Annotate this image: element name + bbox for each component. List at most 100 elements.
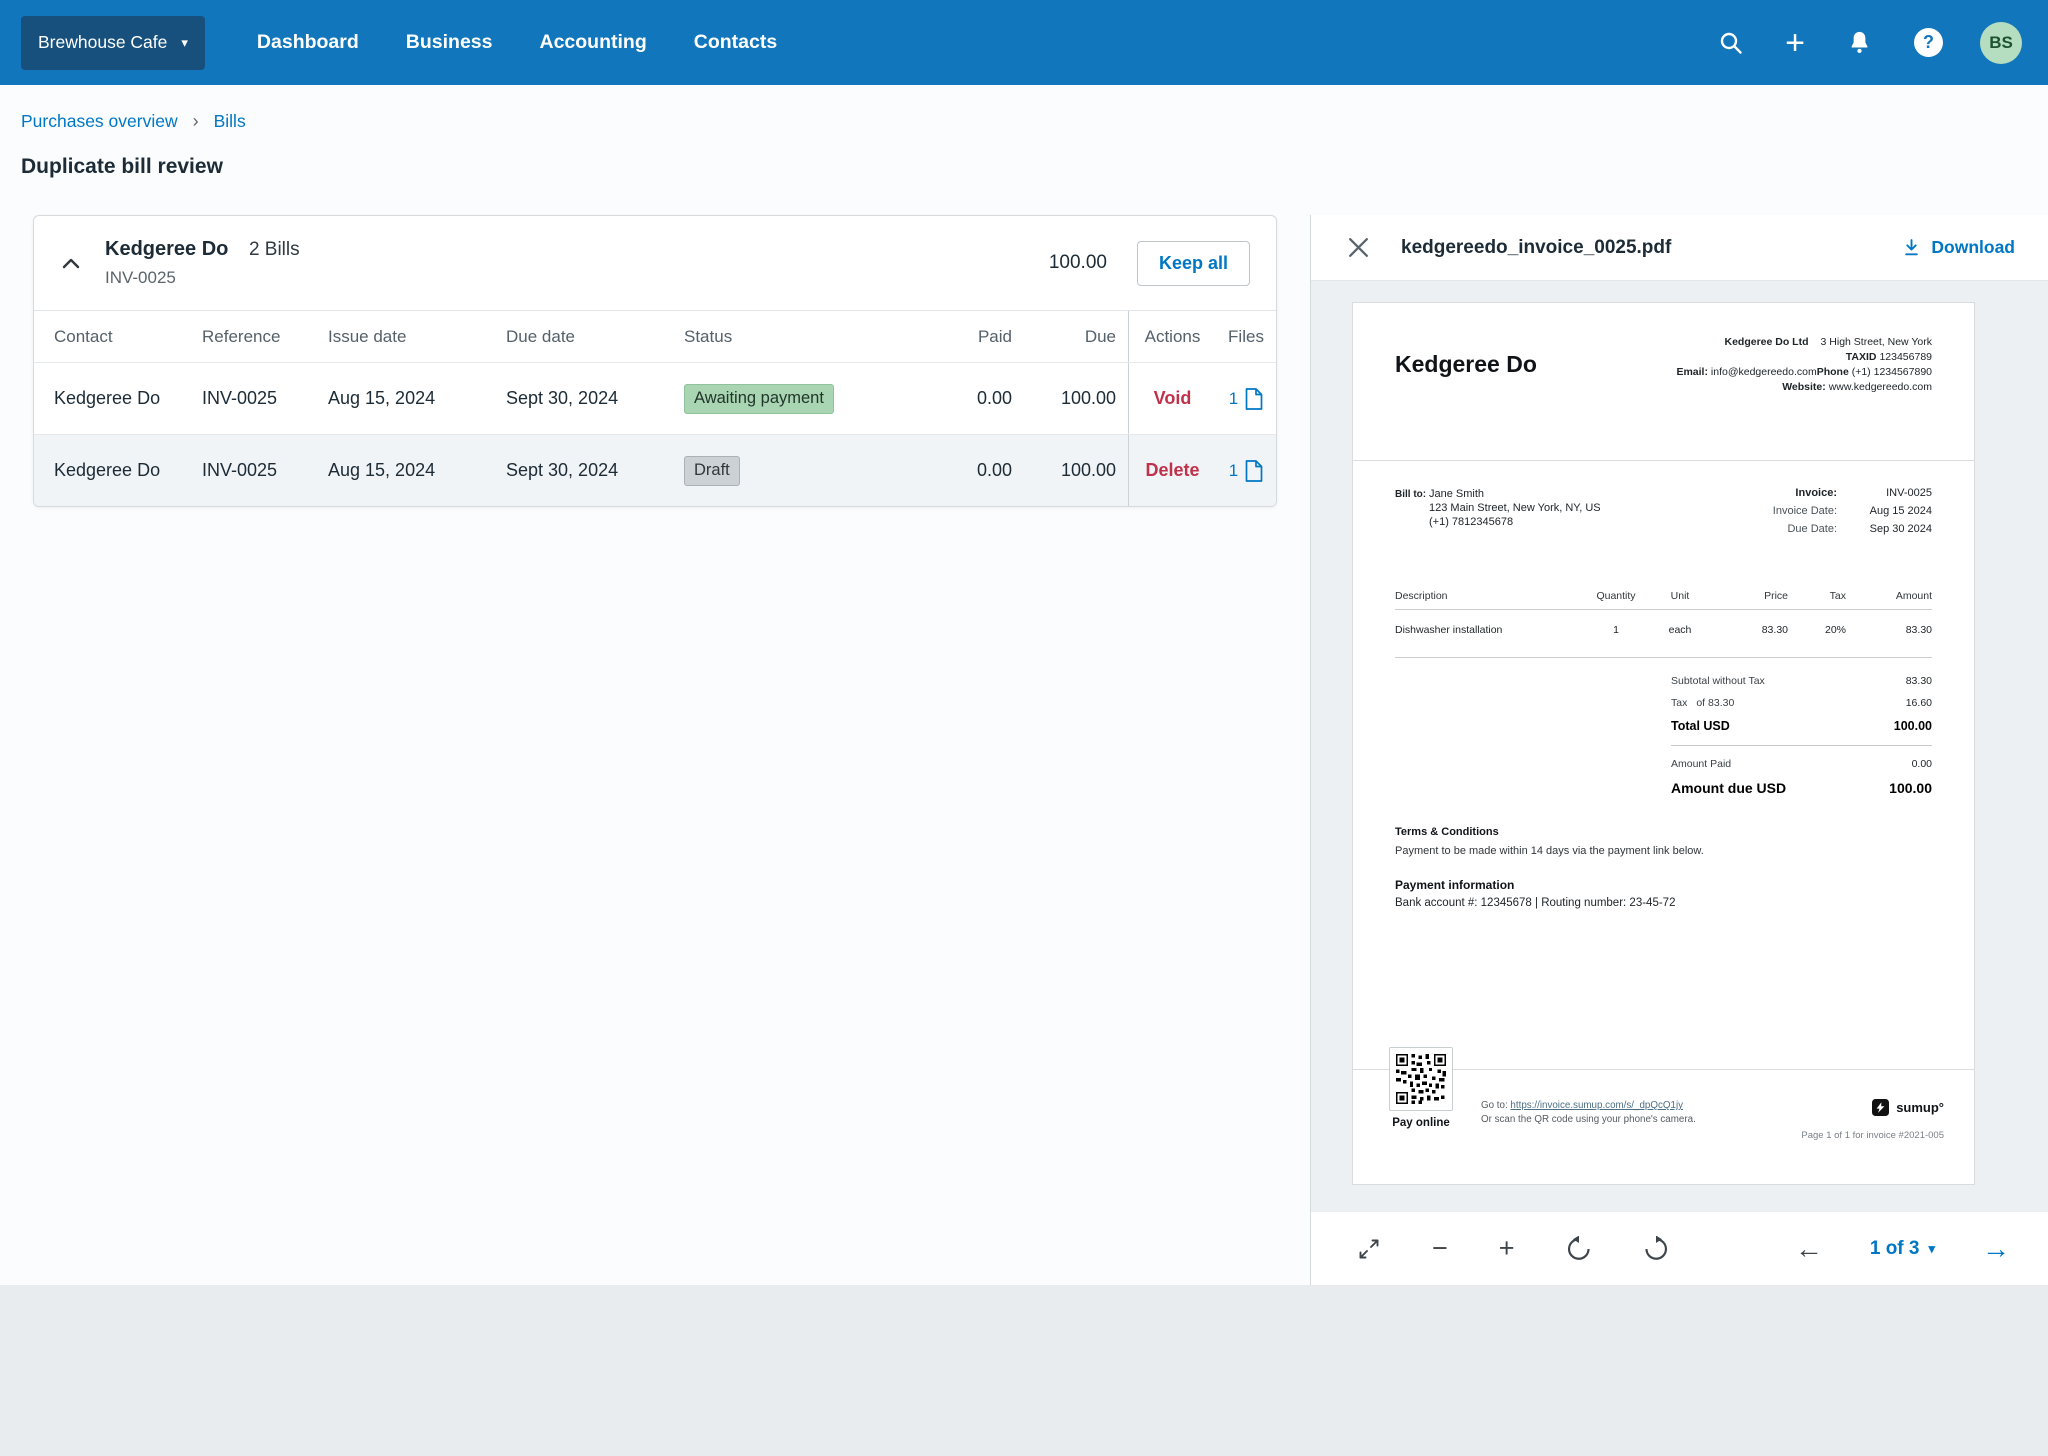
terms-title: Terms & Conditions	[1395, 826, 1499, 838]
table-row[interactable]: Kedgeree Do INV-0025 Aug 15, 2024 Sept 3…	[34, 434, 1276, 506]
col-due-date: Due date	[506, 327, 684, 347]
close-icon	[1349, 238, 1368, 257]
collapse-group-button[interactable]	[54, 250, 88, 277]
company-taxid-label: TAXID	[1846, 351, 1877, 363]
subtotal-label: Subtotal without Tax	[1671, 675, 1765, 687]
scan-instruction: Or scan the QR code using your phone's c…	[1481, 1113, 1696, 1127]
status-badge: Awaiting payment	[684, 384, 834, 414]
items-divider-top	[1395, 609, 1932, 610]
breadcrumb-purchases-overview[interactable]: Purchases overview	[21, 111, 178, 132]
org-switcher[interactable]: Brewhouse Cafe ▾	[21, 16, 205, 70]
table-row[interactable]: Kedgeree Do INV-0025 Aug 15, 2024 Sept 3…	[34, 362, 1276, 434]
row-due: 100.00	[1016, 388, 1128, 409]
due-date: Sep 30 2024	[1837, 523, 1932, 535]
row-due: 100.00	[1016, 460, 1128, 481]
breadcrumb-bills[interactable]: Bills	[214, 111, 246, 132]
company-email-label: Email:	[1676, 366, 1708, 378]
bill-table-header: Contact Reference Issue date Due date St…	[34, 310, 1276, 362]
nav-accounting[interactable]: Accounting	[539, 31, 646, 54]
col-contact: Contact	[34, 327, 202, 347]
pdf-toolbar: − + ← 1 of 3 ▾	[1311, 1212, 2048, 1285]
invoice-date: Aug 15 2024	[1837, 505, 1932, 517]
keep-all-button[interactable]: Keep all	[1137, 241, 1250, 286]
group-reference: INV-0025	[105, 268, 300, 288]
totals-divider	[1671, 745, 1932, 746]
invoice-items-header: Description Quantity Unit Price Tax Amou…	[1395, 590, 1932, 602]
create-new-button[interactable]: +	[1781, 26, 1809, 60]
bill-to-address: 123 Main Street, New York, NY, US	[1429, 501, 1601, 515]
search-button[interactable]	[1714, 26, 1748, 60]
invoice-page-info: Page 1 of 1 for invoice #2021-005	[1801, 1130, 1944, 1141]
group-total-amount: 100.00	[1049, 252, 1107, 274]
help-icon: ?	[1914, 28, 1943, 57]
company-legal-name: Kedgeree Do Ltd	[1725, 336, 1809, 348]
row-issue-date: Aug 15, 2024	[328, 460, 506, 481]
expand-icon	[1357, 1237, 1381, 1261]
breadcrumb-separator-icon: ›	[193, 111, 199, 132]
zoom-in-button[interactable]: +	[1495, 1231, 1519, 1266]
col-actions: Actions	[1128, 311, 1216, 362]
notifications-button[interactable]	[1842, 25, 1877, 60]
qr-code	[1396, 1054, 1446, 1104]
row-paid: 0.00	[916, 388, 1016, 409]
amount-paid-label: Amount Paid	[1671, 758, 1731, 770]
row-due-date: Sept 30, 2024	[506, 388, 684, 409]
page-indicator: 1 of 3	[1870, 1238, 1920, 1260]
due-date-label: Due Date:	[1787, 523, 1837, 535]
preview-header: kedgereedo_invoice_0025.pdf Download	[1311, 215, 2048, 281]
company-email: info@kedgereedo.com	[1711, 366, 1817, 378]
pdf-preview-panel: kedgereedo_invoice_0025.pdf Download Ked…	[1310, 215, 2048, 1285]
plus-icon: +	[1499, 1235, 1515, 1262]
invoice-header-divider	[1353, 460, 1974, 461]
company-phone: (+1) 1234567890	[1852, 366, 1932, 378]
zoom-out-button[interactable]: −	[1428, 1231, 1452, 1266]
item-unit: each	[1648, 624, 1712, 636]
help-button[interactable]: ?	[1910, 24, 1947, 61]
col-status: Status	[684, 327, 916, 347]
arrow-right-icon: →	[1982, 1235, 2010, 1263]
page-indicator-dropdown[interactable]: 1 of 3 ▾	[1864, 1237, 1941, 1261]
pdf-viewport[interactable]: Kedgeree Do Kedgeree Do Ltd3 High Street…	[1311, 281, 2048, 1212]
bill-group-titles: Kedgeree Do 2 Bills INV-0025	[105, 238, 300, 288]
download-icon	[1902, 238, 1921, 257]
payment-link[interactable]: https://invoice.sumup.com/s/_dpQcQ1jy	[1510, 1100, 1683, 1111]
nav-contacts[interactable]: Contacts	[694, 31, 777, 54]
file-icon	[1245, 460, 1263, 482]
app-window: Brewhouse Cafe ▾ Dashboard Business Acco…	[0, 0, 2048, 1456]
item-amount: 83.30	[1846, 624, 1932, 636]
bill-to-phone: (+1) 7812345678	[1429, 515, 1601, 529]
sumup-logo-icon	[1872, 1099, 1889, 1116]
nav-business[interactable]: Business	[406, 31, 493, 54]
item-col-amount: Amount	[1846, 590, 1932, 602]
rotate-left-button[interactable]	[1562, 1232, 1596, 1266]
bill-group-header: Kedgeree Do 2 Bills INV-0025 100.00 Keep…	[34, 216, 1276, 310]
next-page-button[interactable]: →	[1978, 1231, 2014, 1267]
delete-button[interactable]: Delete	[1139, 459, 1205, 482]
breadcrumb: Purchases overview › Bills	[21, 111, 246, 132]
files-count: 1	[1229, 461, 1238, 481]
item-col-quantity: Quantity	[1584, 590, 1648, 602]
company-phone-label: Phone	[1817, 366, 1849, 378]
download-link[interactable]: Download	[1902, 237, 2015, 258]
row-contact: Kedgeree Do	[34, 460, 202, 481]
bill-to-label: Bill to:	[1395, 489, 1426, 500]
invoice-totals: Subtotal without Tax 83.30 Taxof 83.30 1…	[1671, 675, 1932, 806]
previous-page-button[interactable]: ←	[1791, 1231, 1827, 1267]
files-link[interactable]: 1	[1216, 363, 1276, 434]
files-count: 1	[1229, 389, 1238, 409]
void-button[interactable]: Void	[1148, 387, 1198, 410]
avatar[interactable]: BS	[1980, 22, 2022, 64]
close-preview-button[interactable]	[1345, 234, 1372, 261]
invoice-date-label: Invoice Date:	[1773, 505, 1837, 517]
files-link[interactable]: 1	[1216, 435, 1276, 506]
qr-code-box	[1389, 1047, 1453, 1111]
fullscreen-button[interactable]	[1353, 1233, 1385, 1265]
payment-info-title: Payment information	[1395, 878, 1514, 892]
arrow-left-icon: ←	[1795, 1235, 1823, 1263]
item-col-tax: Tax	[1788, 590, 1846, 602]
nav-dashboard[interactable]: Dashboard	[257, 31, 359, 54]
go-to-label: Go to:	[1481, 1100, 1508, 1111]
rotate-right-button[interactable]	[1639, 1232, 1673, 1266]
group-contact-name: Kedgeree Do	[105, 238, 228, 260]
amount-paid-value: 0.00	[1912, 758, 1932, 770]
